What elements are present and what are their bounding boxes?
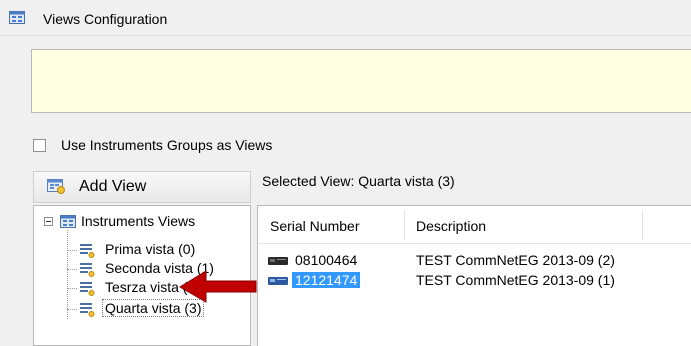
serial-number-cell: 08100464 bbox=[295, 252, 358, 268]
description-cell: TEST CommNetEG 2013-09 (1) bbox=[416, 272, 615, 288]
tree-branch-line bbox=[67, 309, 77, 310]
view-list-icon bbox=[80, 244, 95, 258]
tree-item-label: Prima vista (0) bbox=[105, 241, 196, 257]
column-header-serial[interactable]: Serial Number bbox=[270, 218, 359, 234]
serial-number-cell-selected: 12121474 bbox=[292, 272, 361, 288]
add-view-icon bbox=[47, 179, 65, 194]
view-list-icon bbox=[80, 282, 95, 296]
drag-arrow-icon bbox=[179, 270, 257, 303]
instrument-device-icon bbox=[268, 257, 288, 265]
column-divider[interactable] bbox=[642, 210, 643, 240]
tree-branch-line bbox=[67, 288, 77, 289]
titlebar-divider bbox=[0, 35, 691, 36]
views-folder-icon bbox=[60, 215, 76, 228]
info-panel bbox=[31, 49, 691, 113]
instrument-device-icon bbox=[268, 277, 288, 285]
table-row[interactable]: 08100464 TEST CommNetEG 2013-09 (2) bbox=[258, 251, 691, 271]
table-row[interactable]: 12121474 TEST CommNetEG 2013-09 (1) bbox=[258, 271, 691, 291]
window-titlebar: Views Configuration bbox=[0, 0, 691, 36]
column-header-description[interactable]: Description bbox=[416, 218, 486, 234]
grid-header: Serial Number Description bbox=[258, 206, 691, 244]
description-cell: TEST CommNetEG 2013-09 (2) bbox=[416, 252, 615, 268]
grid-window-icon bbox=[9, 11, 25, 24]
tree-connector bbox=[67, 230, 68, 319]
view-list-icon bbox=[80, 303, 95, 317]
add-view-label: Add View bbox=[79, 178, 147, 195]
column-divider[interactable] bbox=[404, 210, 405, 240]
collapse-icon[interactable] bbox=[44, 217, 53, 226]
tree-branch-line bbox=[67, 269, 77, 270]
selected-view-label: Selected View: Quarta vista (3) bbox=[262, 173, 455, 189]
window-title: Views Configuration bbox=[43, 11, 168, 27]
instruments-grid[interactable]: Serial Number Description 08100464 TEST … bbox=[257, 206, 691, 346]
tree-branch-line bbox=[67, 250, 77, 251]
use-groups-checkbox[interactable] bbox=[33, 139, 46, 152]
add-view-button[interactable]: Add View bbox=[33, 171, 251, 203]
tree-root-label[interactable]: Instruments Views bbox=[81, 213, 195, 229]
view-list-icon bbox=[80, 263, 95, 277]
use-groups-label[interactable]: Use Instruments Groups as Views bbox=[61, 137, 272, 153]
